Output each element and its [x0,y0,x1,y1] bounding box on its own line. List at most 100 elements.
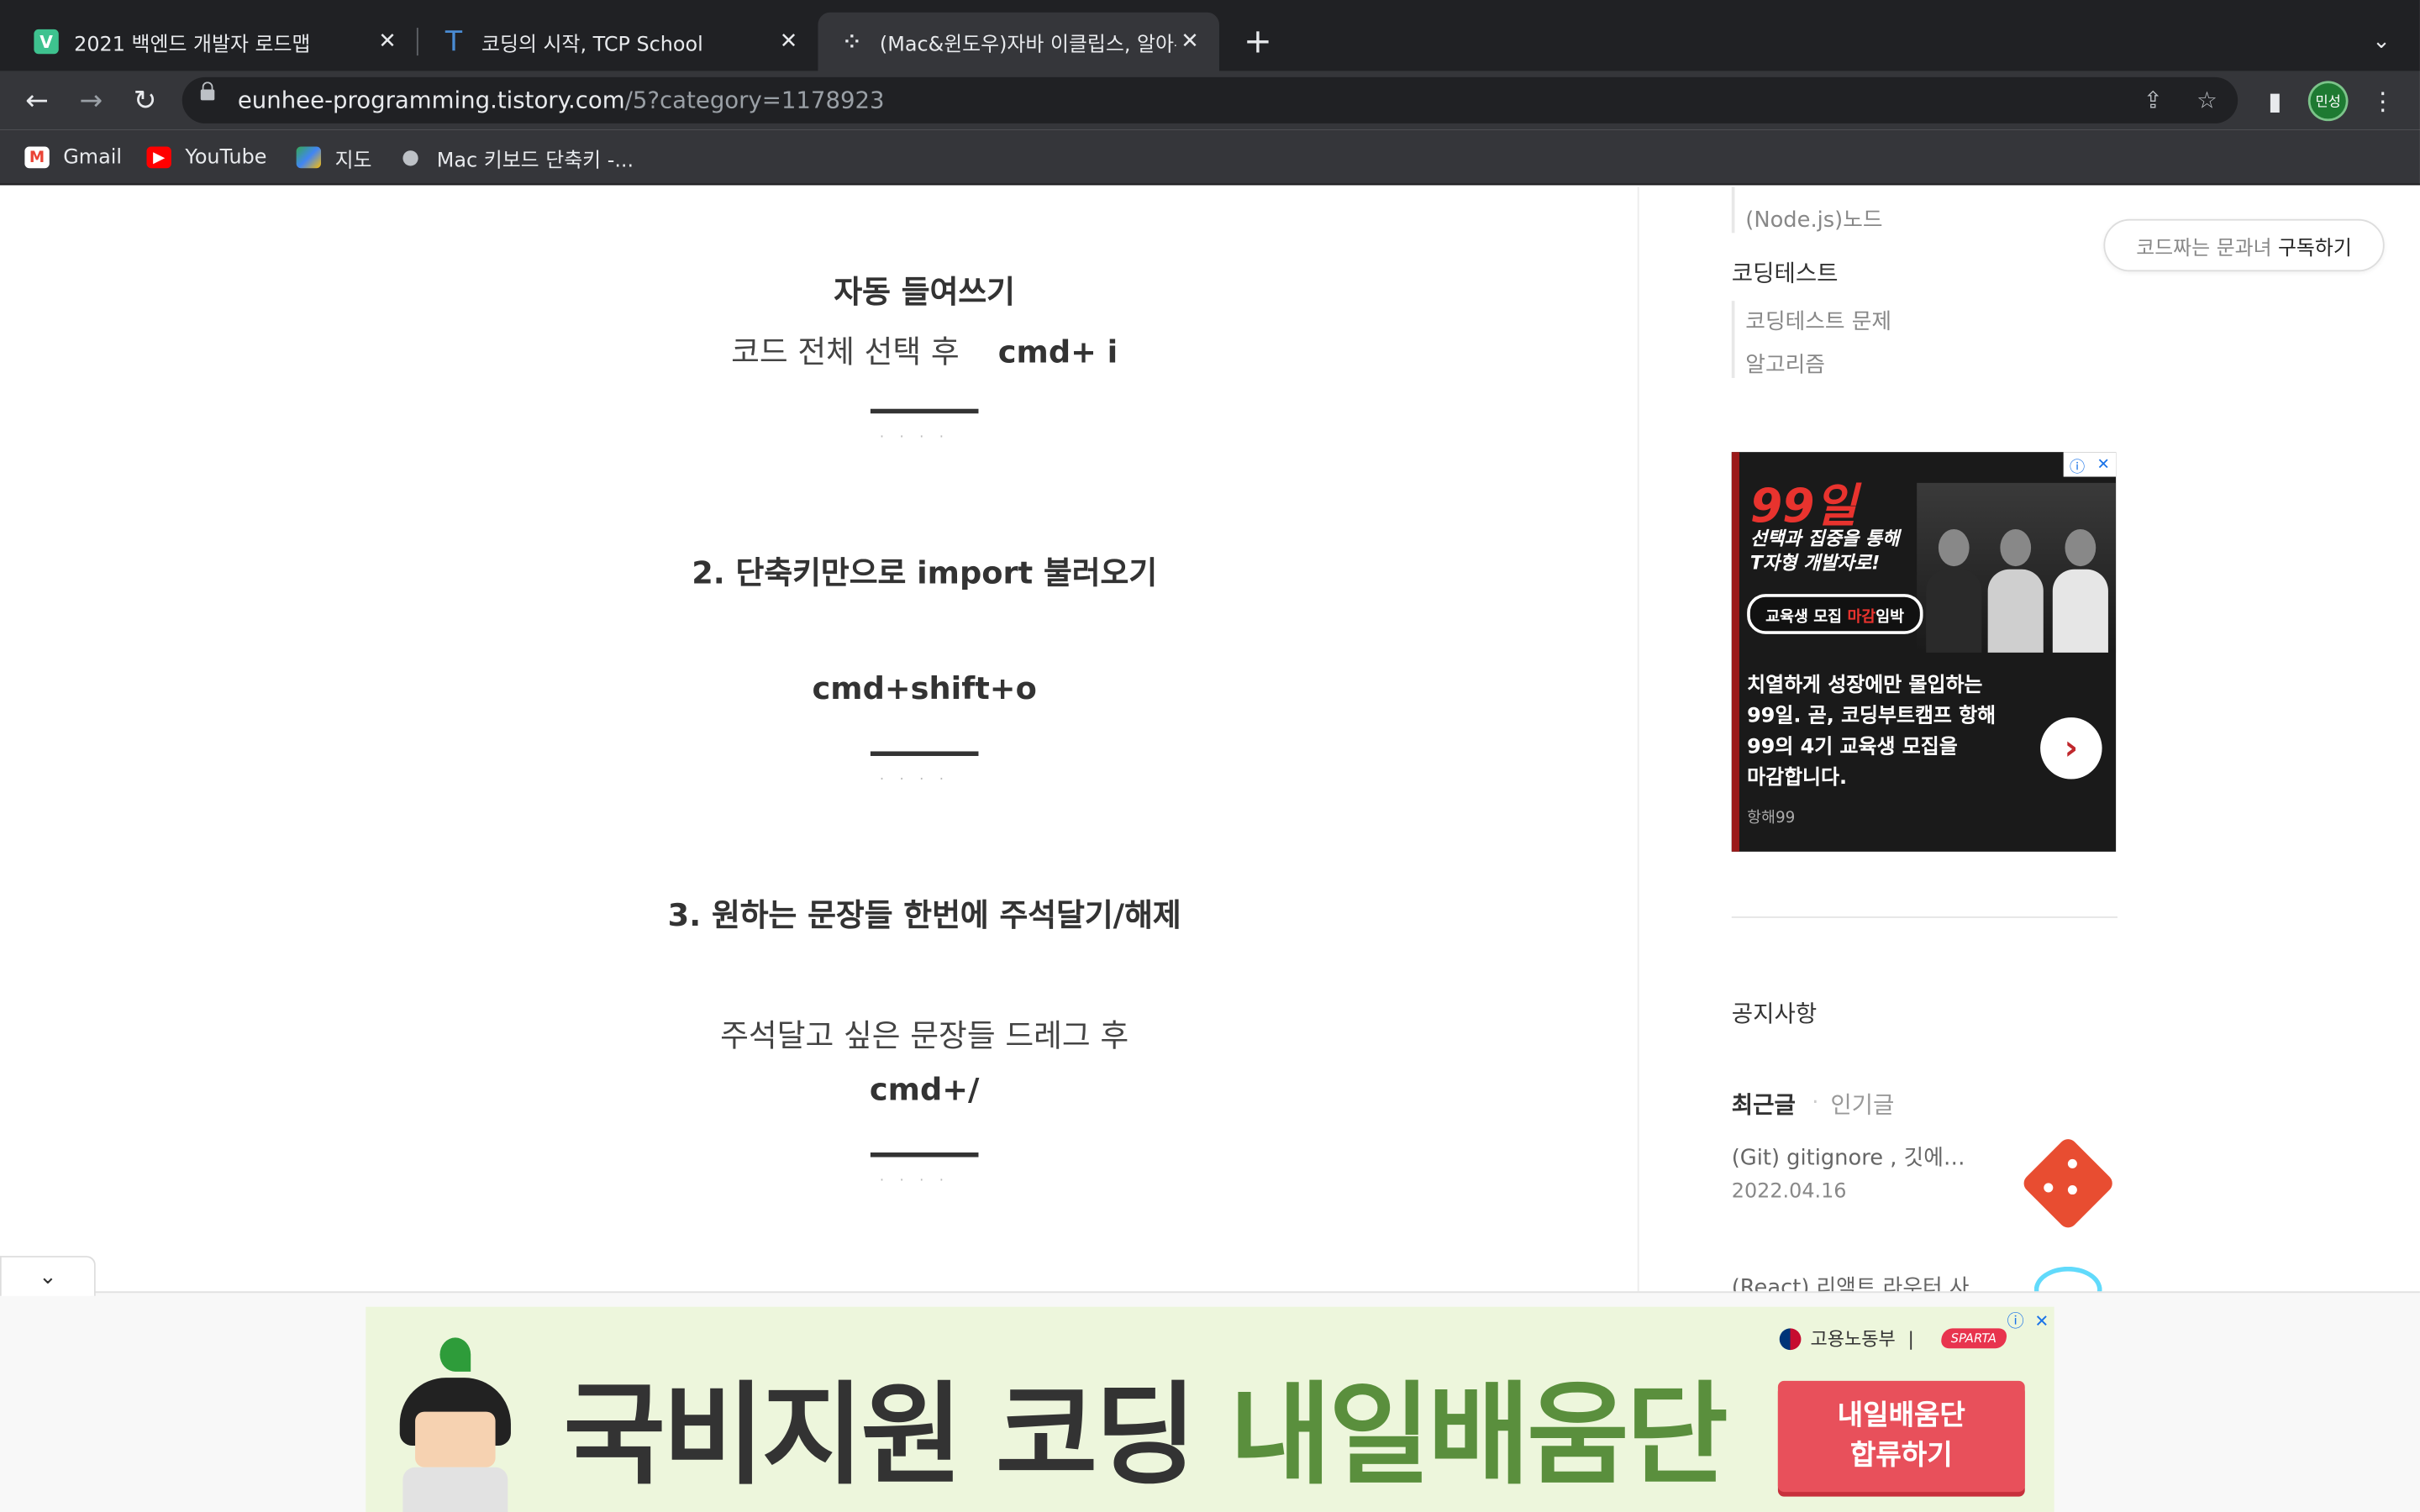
pill-red: 마감 [1847,608,1876,626]
chevron-right-icon[interactable]: › [2040,717,2102,780]
ad-deadline-pill: 교육생 모집 마감 임박 [1747,594,1923,634]
ad-info-icon[interactable]: ⓘ [2070,453,2085,475]
tab-tcpschool[interactable]: T 코딩의 시작, TCP School ✕ [420,13,818,71]
back-arrow-icon[interactable]: ← [15,79,58,122]
side-panel-icon[interactable]: ▮ [2254,79,2296,122]
banner-headline: 국비지원 코딩 내일배움단 [563,1344,1728,1506]
forward-arrow-icon[interactable]: → [70,79,113,122]
url-host: eunhee-programming.tistory.com [237,86,625,114]
join-cta-button[interactable]: 내일배움단 합류하기 [1777,1380,2025,1493]
ad-tagline-line2: T자형 개발자로! [1749,552,1881,575]
browser-toolbar: ← → ↻ eunhee-programming.tistory.com/5?c… [0,71,2420,130]
t-favicon-icon: T [445,25,463,58]
section-divider [870,408,979,414]
browser-window: V 2021 백엔드 개발자 로드맵 ✕ T 코딩의 시작, TCP Schoo… [0,0,2420,1512]
pill-suffix: 임박 [1876,608,1905,626]
cta-line1: 내일배움단 [1837,1399,1965,1432]
tab-popular-posts[interactable]: 인기글 [1830,1088,1894,1121]
person-image [1985,514,2046,653]
bookmark-maps[interactable]: 지도 [296,144,372,172]
tab-strip: V 2021 백엔드 개발자 로드맵 ✕ T 코딩의 시작, TCP Schoo… [0,0,2420,71]
ad-headline: 99일 [1749,480,1858,534]
ad-close-icon[interactable]: ✕ [2034,1310,2049,1331]
bookmark-star-icon[interactable]: ☆ [2190,83,2223,117]
tistory-favicon-icon: ⁘ [844,30,860,53]
section-divider [870,751,979,756]
notice-title[interactable]: 공지사항 [1732,997,1817,1030]
section1-body: 코드 전체 선택 후 cmd+ i [463,327,1386,371]
sidebar-ad[interactable]: 99일 선택과 집중을 통해 T자형 개발자로! 교육생 모집 마감 임박 치열하… [1731,452,2117,852]
ad-choices: ⓘ ✕ [2063,452,2117,477]
bookmark-label: Gmail [63,145,122,170]
divider-dots: ···· [879,430,960,446]
maps-icon [296,146,322,169]
ministry-label: 고용노동부 [1810,1328,1896,1351]
subscribe-label: 구독하기 [2277,236,2352,260]
lock-icon [200,81,215,101]
logo-separator: | [1907,1327,1914,1350]
bookmarks-bar: M Gmail ▶ YouTube 지도 ● Mac 키보드 단축키 -... [0,129,2420,186]
bottom-banner-ad[interactable]: 국비지원 코딩 내일배움단 고용노동부 | SPARTA 내일배움단 합류하기 … [366,1306,2054,1512]
category-codingtest-problems[interactable]: 코딩테스트 문제 [1745,306,1891,337]
recent-post-date: 2022.04.16 [1731,1180,1847,1204]
banner-headline-dark: 국비지원 코딩 [563,1369,1230,1500]
cta-line2: 합류하기 [1849,1439,1953,1473]
bookmark-label: 지도 [334,149,372,172]
tab-separator [416,28,418,56]
person-image [2049,514,2111,653]
section3-text: 주석달고 싶은 문장들 드레그 후 [720,1016,1129,1054]
collapse-ad-chevron-icon[interactable]: ⌄ [0,1256,96,1296]
banner-ad-choices: ⓘ ✕ [2002,1307,2054,1335]
bookmark-youtube[interactable]: ▶ YouTube [146,144,267,171]
category-indent-bar [1731,301,1735,378]
git-logo-icon[interactable] [2020,1135,2117,1231]
ad-copy-line: 99일. 곧, 코딩부트캠프 항해 [1747,705,1996,728]
tab-search-chevron-icon[interactable]: ⌄ [2361,20,2402,63]
sidebar-separator [1731,916,2118,918]
bookmark-mac-shortcuts[interactable]: ● Mac 키보드 단축키 -... [398,144,634,172]
section3-heading: 3. 원하는 문장들 한번에 주석달기/해제 [667,896,1181,934]
bookmark-gmail[interactable]: M Gmail [24,144,122,171]
ad-close-icon[interactable]: ✕ [2097,456,2110,473]
tab-recent-posts[interactable]: 최근글 [1732,1088,1796,1121]
column-divider [1637,186,1639,1298]
reload-icon[interactable]: ↻ [124,79,166,122]
apple-icon: ● [402,145,419,170]
divider-dots: ···· [879,773,960,789]
close-icon[interactable]: ✕ [373,29,401,54]
ad-copy-line: 99의 4기 교육생 모집을 [1747,736,1958,759]
category-codingtest[interactable]: 코딩테스트 [1732,256,1839,289]
ad-info-icon[interactable]: ⓘ [2007,1309,2024,1333]
section2-heading: 2. 단축키만으로 import 불러오기 [692,554,1158,591]
ad-copy-line: 치열하게 성장에만 몰입하는 [1747,674,1983,698]
v-favicon-icon: V [34,29,59,55]
ad-copy: 치열하게 성장에만 몰입하는 99일. 곧, 코딩부트캠프 항해 99의 4기 … [1747,671,1996,795]
url-path: /5?category=1178923 [624,86,885,114]
section1-text: 코드 전체 선택 후 [731,333,960,370]
profile-avatar[interactable]: 민성 [2310,83,2346,119]
person-image [1923,514,1985,653]
ad-accent-bar [1731,452,1739,852]
address-bar[interactable]: eunhee-programming.tistory.com/5?categor… [182,76,2238,123]
subscribe-button[interactable]: 코드짜는 문과녀 구독하기 [2103,218,2385,272]
close-icon[interactable]: ✕ [1176,29,1204,54]
mascot-character [381,1337,529,1512]
section-divider [870,1152,979,1158]
category-algorithm[interactable]: 알고리즘 [1745,349,1825,380]
tab-roadmap[interactable]: V 2021 백엔드 개발자 로드맵 ✕ [13,13,417,71]
ad-tagline-line1: 선택과 집중을 통해 [1749,528,1900,549]
more-menu-icon[interactable]: ⋮ [2361,79,2404,122]
recent-post-title[interactable]: (Git) gitignore , 깃에… [1732,1142,1965,1173]
new-tab-button[interactable]: + [1238,20,1278,63]
bookmark-label: YouTube [185,145,267,170]
section2-code: cmd+shift+o [812,669,1037,707]
close-icon[interactable]: ✕ [775,29,802,54]
category-node[interactable]: (Node.js)노드 [1745,203,1882,234]
ad-tagline: 선택과 집중을 통해 T자형 개발자로! [1750,526,1900,575]
sparta-logo: SPARTA [1939,1328,2008,1349]
share-icon[interactable]: ⇪ [2136,83,2170,117]
ad-source: 항해99 [1747,810,1796,827]
ad-photo [1917,482,2117,653]
tab-title: (Mac&윈도우)자바 이클립스, 알아두 [879,33,1176,57]
tab-eclipse-article[interactable]: ⁘ (Mac&윈도우)자바 이클립스, 알아두 ✕ [818,12,1219,71]
